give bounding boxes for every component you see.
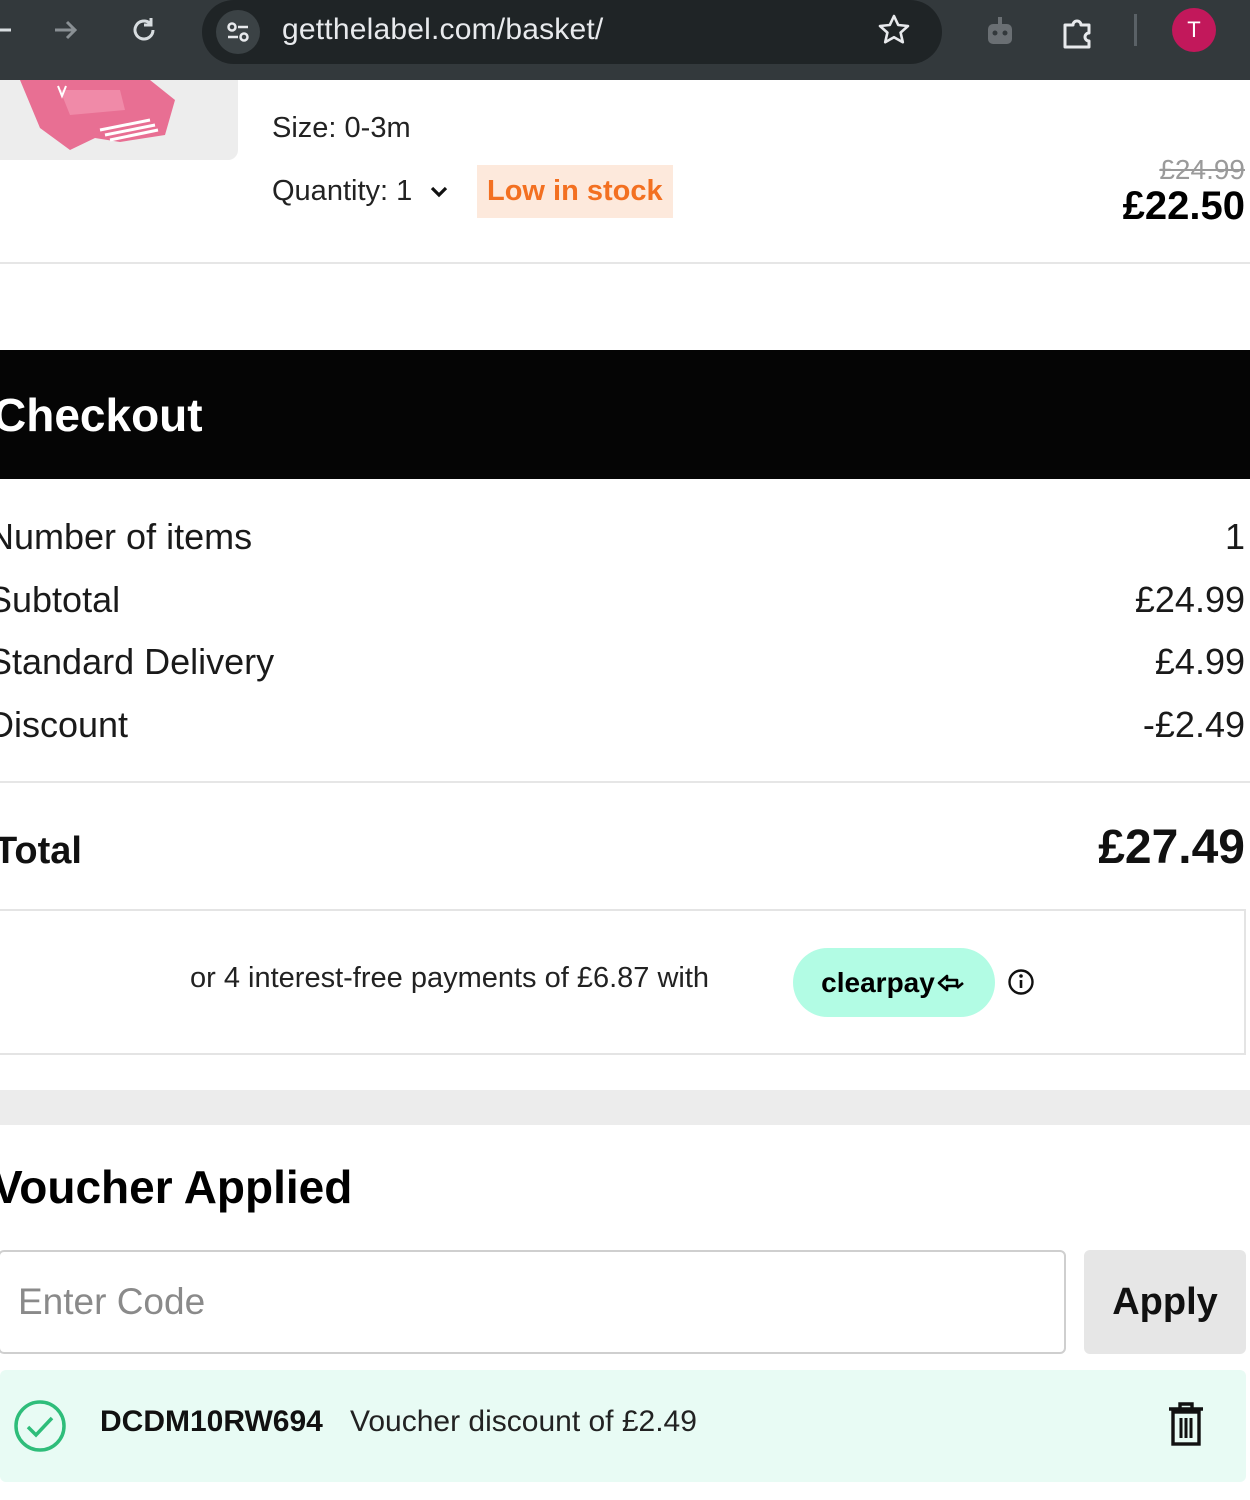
profile-avatar[interactable]: T (1172, 8, 1216, 52)
browser-toolbar: getthelabel.com/basket/ T (0, 0, 1250, 80)
clearpay-logo[interactable]: clearpay (793, 948, 995, 1017)
bookmark-star-icon[interactable] (876, 12, 912, 53)
applied-voucher-description: Voucher discount of £2.49 (350, 1405, 697, 1438)
divider (0, 781, 1250, 783)
info-icon[interactable] (1007, 968, 1035, 1001)
summary-label: Standard Delivery (0, 641, 275, 682)
product-size: Size: 0-3m (272, 112, 411, 144)
summary-label: Subtotal (0, 579, 121, 620)
total-label: Total (0, 830, 82, 872)
clearpay-arrows-icon (937, 974, 964, 991)
summary-value: -£2.49 (1142, 704, 1245, 745)
apply-voucher-button[interactable]: Apply (1084, 1250, 1246, 1354)
chevron-down-icon[interactable] (428, 181, 450, 203)
clearpay-brand: clearpay (821, 966, 935, 998)
reload-icon[interactable] (124, 10, 164, 50)
divider (0, 262, 1250, 264)
total-value: £27.49 (1098, 821, 1245, 874)
product-thumbnail[interactable] (0, 80, 238, 160)
voucher-title: Voucher Applied (0, 1161, 353, 1213)
applied-voucher-code: DCDM10RW694 (100, 1405, 323, 1438)
summary-label: Discount (0, 704, 129, 745)
extensions-puzzle-icon[interactable] (1056, 10, 1100, 54)
site-settings-icon[interactable] (216, 10, 260, 54)
url-text[interactable]: getthelabel.com/basket/ (282, 13, 603, 47)
quantity-selector[interactable]: Quantity: 1 (272, 175, 450, 208)
clearpay-message: or 4 interest-free payments of £6.87 wit… (190, 962, 710, 994)
back-icon[interactable] (0, 10, 20, 50)
voucher-code-input[interactable] (0, 1250, 1066, 1354)
section-separator (0, 1090, 1250, 1125)
summary-row-subtotal: Subtotal £24.99 (0, 579, 1245, 621)
sale-price: £22.50 (1122, 184, 1245, 228)
extension-robot-icon[interactable] (978, 10, 1022, 54)
original-price: £24.99 (1159, 154, 1245, 185)
forward-icon[interactable] (46, 10, 86, 50)
summary-row-delivery: Standard Delivery £4.99 (0, 641, 1245, 683)
address-bar[interactable]: getthelabel.com/basket/ (202, 0, 942, 64)
summary-value: £24.99 (1134, 579, 1245, 620)
summary-value: £4.99 (1154, 641, 1245, 682)
summary-value: 1 (1224, 516, 1245, 557)
summary-row-items: Number of items 1 (0, 516, 1245, 558)
checkout-title: Checkout (0, 389, 203, 441)
total-row: Total £27.49 (0, 820, 1245, 875)
quantity-label: Quantity: 1 (272, 175, 413, 207)
summary-label: Number of items (0, 516, 253, 557)
toolbar-divider (1134, 14, 1137, 46)
summary-row-discount: Discount -£2.49 (0, 704, 1245, 746)
trash-icon[interactable] (1164, 1400, 1208, 1453)
low-stock-badge: Low in stock (477, 165, 673, 218)
check-circle-icon (12, 1398, 68, 1459)
